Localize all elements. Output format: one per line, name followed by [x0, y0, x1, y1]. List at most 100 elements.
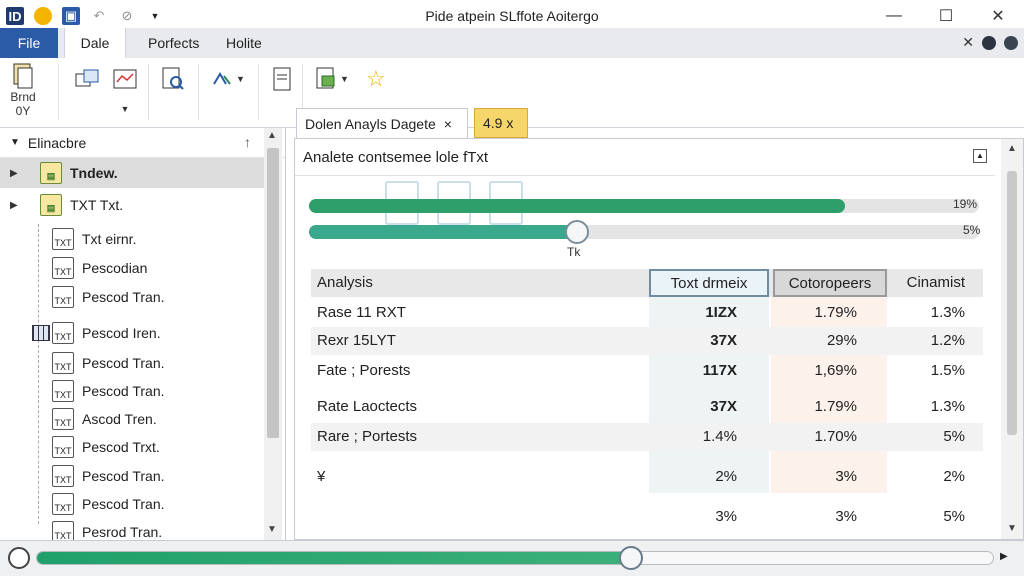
tree-item-label: TXT Txt.	[70, 197, 124, 213]
tree-item-label: Ascod Tren.	[82, 411, 157, 427]
column-header[interactable]: Toxt drmeix	[649, 269, 769, 297]
redo-icon[interactable]: ⊘	[118, 7, 136, 25]
table-header-row: Analysis Toxt drmeix Cotoropeers Cinamis…	[311, 269, 983, 297]
table-row[interactable]: Rate Laoctects 37X 1.79% 1.3%	[311, 393, 983, 421]
table-cell: 1IZX	[705, 304, 737, 321]
chart-button[interactable]: ▼	[112, 68, 138, 114]
close-tab-icon[interactable]: ×	[444, 116, 452, 132]
column-header[interactable]: Cotoropeers	[773, 269, 887, 297]
save-icon[interactable]: ▣	[62, 7, 80, 25]
table-cell: Fate ; Porests	[317, 362, 411, 379]
table-cell: 1.70%	[814, 428, 857, 445]
table-cell: 1,69%	[814, 362, 857, 379]
search-document-icon	[162, 67, 184, 90]
txt-file-icon: TXT	[52, 380, 74, 402]
tree-item[interactable]: TXT Pescod Tran.	[0, 489, 264, 519]
tree-item[interactable]: TXT Pescod Tran.	[0, 461, 264, 491]
page-icon	[273, 67, 291, 91]
column-header[interactable]: Cinamist	[891, 269, 965, 297]
chevron-down-icon[interactable]: ▼	[236, 74, 245, 84]
tree-scrollbar[interactable]: ▲ ▼	[264, 128, 282, 540]
tree-item[interactable]: TXT Pescod Tran.	[0, 348, 264, 378]
tree-item[interactable]: TXT Ascod Tren.	[0, 404, 264, 434]
tree-item[interactable]: TXT Pescod Tran.	[0, 282, 264, 312]
ribbon-sublabel: 0Y	[15, 104, 31, 118]
favorite-button[interactable]: ☆	[366, 66, 386, 92]
table-row[interactable]: Rase 11 RXT 1IZX 1.79% 1.3%	[311, 299, 983, 327]
search-doc-button[interactable]	[160, 66, 186, 92]
close-ribbon-icon[interactable]: ✕	[962, 34, 974, 51]
column-header[interactable]: Analysis	[317, 269, 373, 297]
sun-icon[interactable]	[34, 7, 52, 25]
expand-icon[interactable]: ▶	[10, 168, 22, 179]
content-scrollbar[interactable]: ▲ ▼	[1001, 139, 1023, 539]
table-cell: 3%	[835, 468, 857, 485]
table-cell: 1.4%	[702, 428, 737, 445]
chevron-down-icon[interactable]: ▼	[146, 7, 164, 25]
help-icon[interactable]	[1004, 35, 1018, 50]
timeline-knob[interactable]	[618, 546, 643, 570]
tree-item[interactable]: TXT Pescod Trxt.	[0, 432, 264, 462]
tab-porfects[interactable]: Porfects	[136, 28, 211, 58]
table-cell: 1.3%	[930, 304, 965, 321]
scroll-down-icon[interactable]: ▼	[1007, 523, 1017, 534]
tree-item-label: Pescod Tran.	[82, 355, 165, 371]
ribbon-label: Brnd	[10, 90, 36, 104]
chevron-down-icon[interactable]: ▼	[340, 74, 349, 84]
export-button[interactable]: ▼	[314, 66, 349, 92]
tab-dale[interactable]: Dale	[64, 28, 126, 58]
table-row[interactable]: Rare ; Portests 1.4% 1.70% 5%	[311, 423, 983, 451]
expand-icon[interactable]: ▶	[10, 200, 22, 211]
quick-access-toolbar: ID ▣ ↶ ⊘ ▼	[0, 7, 164, 25]
tab-holite[interactable]: Holite	[214, 28, 274, 58]
document-tab-secondary[interactable]: 4.9 x	[474, 108, 528, 138]
progress-slider-2[interactable]	[309, 225, 979, 239]
brand-button[interactable]: Brnd 0Y	[10, 62, 36, 118]
timeline-slider[interactable]	[36, 546, 994, 570]
slider-knob[interactable]	[565, 220, 589, 244]
tree-item[interactable]: ▶ ▤ TXT Txt.	[0, 190, 264, 220]
table-row[interactable]: 3% 3% 5%	[311, 503, 983, 531]
refresh-icon[interactable]	[8, 547, 30, 569]
table-row[interactable]: Rexr 15LYT 37X 29% 1.2%	[311, 327, 983, 355]
scroll-right-icon[interactable]: ▶	[1000, 551, 1008, 562]
tab-file[interactable]: File	[0, 28, 58, 58]
tree-header[interactable]: ▼ Elinacbre ↑	[0, 128, 285, 158]
tree-item-label: Pescod Tran.	[82, 468, 165, 484]
tree-item[interactable]: ▶ ▤ Tndew.	[0, 158, 264, 188]
tree-item[interactable]: TXT Txt eirnr.	[0, 224, 264, 254]
table-cell: ¥	[317, 468, 326, 485]
chevron-down-icon[interactable]: ▼	[121, 104, 130, 114]
table-row[interactable]: ¥ 2% 3% 2%	[311, 463, 983, 491]
page-button[interactable]	[272, 66, 292, 92]
scroll-thumb[interactable]	[1007, 171, 1017, 435]
collapse-icon[interactable]: ▼	[10, 137, 20, 148]
tree-item[interactable]: TXT Pescodian	[0, 253, 264, 283]
scroll-up-icon[interactable]: ▲	[1007, 143, 1017, 154]
app-icon[interactable]: ID	[6, 7, 24, 25]
scroll-down-icon[interactable]: ▼	[267, 524, 277, 535]
star-icon: ☆	[366, 66, 386, 91]
copy-button[interactable]	[74, 68, 100, 90]
tree-item[interactable]: TXT Pesrod Tran.	[0, 517, 264, 540]
txt-file-icon: TXT	[52, 352, 74, 374]
scroll-thumb[interactable]	[267, 148, 279, 438]
document-tab-active[interactable]: Dolen Anayls Dagete ×	[296, 108, 468, 138]
txt-file-icon: TXT	[52, 228, 74, 250]
table-row[interactable]: Fate ; Porests 117X 1,69% 1.5%	[311, 357, 983, 385]
tree-item-label: Pescod Tran.	[82, 289, 165, 305]
tree-item[interactable]: TXT Pescod Iren.	[0, 318, 264, 348]
table-cell: 1.79%	[814, 304, 857, 321]
sort-button[interactable]: ▼	[210, 68, 245, 90]
slider-knob-label: Tk	[567, 245, 581, 259]
pin-icon[interactable]: ↑	[244, 134, 251, 150]
table-cell: Rexr 15LYT	[317, 332, 396, 349]
scroll-up-icon[interactable]: ▲	[267, 130, 277, 141]
txt-file-icon: TXT	[52, 322, 74, 344]
expand-icon[interactable]: ▲	[973, 149, 987, 163]
tree-item[interactable]: TXT Pescod Tran.	[0, 376, 264, 406]
tree-item-label: Pescod Iren.	[82, 325, 161, 341]
undo-icon[interactable]: ↶	[90, 7, 108, 25]
table-cell: 5%	[943, 428, 965, 445]
chart-icon	[113, 69, 137, 89]
